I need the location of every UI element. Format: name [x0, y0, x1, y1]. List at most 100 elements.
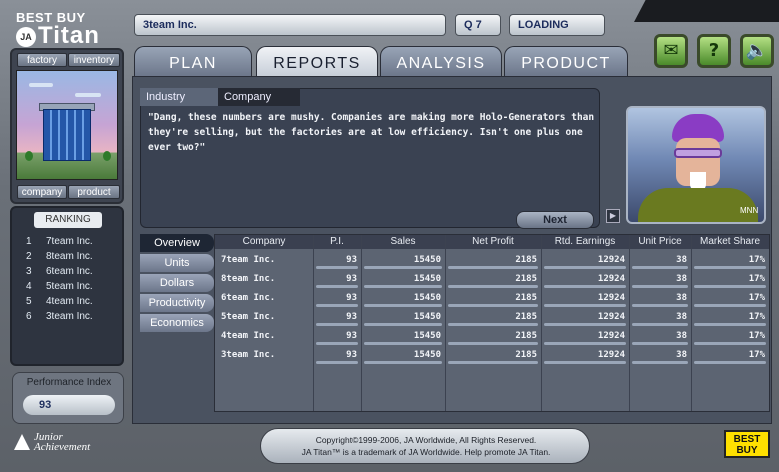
cell-market-share: 17% [748, 312, 765, 322]
value-underline [632, 285, 688, 288]
value-underline [544, 361, 626, 364]
value-underline [316, 304, 358, 307]
value-underline [544, 285, 626, 288]
trademark-line: JA Titan™ is a trademark of JA Worldwide… [301, 447, 551, 457]
ranking-panel: RANKING 1 7team Inc. 2 8team Inc. 3 6team I… [10, 206, 124, 366]
help-icon[interactable]: ? [697, 34, 731, 68]
cell-company: 3team Inc. [221, 350, 276, 360]
glasses-icon [674, 148, 722, 158]
value-underline [364, 361, 442, 364]
cell-company: 7team Inc. [221, 255, 276, 265]
value-underline [316, 323, 358, 326]
tab-analysis[interactable]: ANALYSIS [380, 46, 502, 78]
value-underline [364, 285, 442, 288]
play-icon[interactable]: ▶ [606, 209, 620, 223]
ranking-item[interactable]: 4 5team Inc. [26, 281, 93, 292]
nav-units[interactable]: Units [140, 254, 214, 272]
junior-achievement-logo: Junior Achievement [14, 432, 90, 453]
factory-tab[interactable]: factory [17, 53, 67, 67]
factory-building-icon [43, 109, 91, 161]
cloud-icon [75, 93, 101, 97]
value-underline [694, 361, 766, 364]
cell-company: 8team Inc. [221, 274, 276, 284]
cell-unit-price: 38 [676, 255, 687, 265]
cell-pi: 93 [346, 312, 357, 322]
cell-sales: 15450 [413, 350, 441, 360]
table-row: 5team Inc. 93 15450 2185 12924 38 17% [215, 312, 769, 328]
header-sales: Sales [390, 236, 416, 247]
value-underline [448, 266, 538, 269]
cell-net-profit: 2185 [515, 274, 537, 284]
company-tab[interactable]: company [17, 185, 67, 199]
app-frame: BEST BUY JA Titan factory inventory comp… [0, 0, 779, 472]
ja-badge-icon: JA [16, 27, 36, 47]
tree-icon [103, 151, 111, 161]
cell-net-profit: 2185 [515, 293, 537, 303]
product-tab[interactable]: product [68, 185, 120, 199]
cell-pi: 93 [346, 350, 357, 360]
ranking-item[interactable]: 3 6team Inc. [26, 266, 93, 277]
cloud-icon [29, 83, 53, 87]
value-underline [364, 323, 442, 326]
value-underline [544, 304, 626, 307]
ranking-item[interactable]: 1 7team Inc. [26, 236, 93, 247]
value-underline [316, 361, 358, 364]
header-pi: P.I. [330, 236, 344, 247]
speaker-icon[interactable]: 🔈 [740, 34, 774, 68]
cell-market-share: 17% [748, 350, 765, 360]
value-underline [544, 323, 626, 326]
header-market-share: Market Share [699, 236, 761, 247]
advisor-avatar: MNN [626, 106, 766, 224]
nav-productivity[interactable]: Productivity [140, 294, 214, 312]
next-button[interactable]: Next [516, 211, 594, 229]
report-side-nav: Overview Units Dollars Productivity Econ… [140, 234, 216, 334]
subtab-company[interactable]: Company [218, 88, 300, 106]
tab-product[interactable]: PRODUCT [504, 46, 628, 78]
cell-company: 6team Inc. [221, 293, 276, 303]
ranking-item[interactable]: 5 4team Inc. [26, 296, 93, 307]
value-underline [694, 323, 766, 326]
subtab-industry[interactable]: Industry [140, 88, 218, 106]
cell-pi: 93 [346, 274, 357, 284]
ranking-item[interactable]: 6 3team Inc. [26, 311, 93, 322]
status-field: LOADING [509, 14, 605, 36]
advisor-speech-panel [140, 88, 600, 228]
value-underline [694, 304, 766, 307]
performance-index-label: Performance Index [26, 377, 112, 388]
cell-net-profit: 2185 [515, 331, 537, 341]
value-underline [364, 342, 442, 345]
cell-unit-price: 38 [676, 350, 687, 360]
performance-index-panel: Performance Index 93 [12, 372, 124, 424]
cell-market-share: 17% [748, 255, 765, 265]
nav-overview[interactable]: Overview [140, 234, 214, 252]
value-underline [448, 342, 538, 345]
value-underline [316, 266, 358, 269]
header-company: Company [242, 236, 286, 247]
tree-icon [25, 151, 33, 161]
cell-sales: 15450 [413, 274, 441, 284]
value-underline [632, 342, 688, 345]
avatar-tag: MNN [740, 206, 759, 215]
cell-rtd-earnings: 12924 [597, 312, 625, 322]
nav-dollars[interactable]: Dollars [140, 274, 214, 292]
value-underline [694, 342, 766, 345]
company-name-field: 3team Inc. [134, 14, 446, 36]
value-underline [632, 323, 688, 326]
cell-sales: 15450 [413, 293, 441, 303]
value-underline [448, 361, 538, 364]
header-unit-price: Unit Price [638, 236, 682, 247]
mail-icon[interactable]: ✉ [654, 34, 688, 68]
cell-company: 4team Inc. [221, 331, 276, 341]
cell-rtd-earnings: 12924 [597, 293, 625, 303]
cell-unit-price: 38 [676, 312, 687, 322]
value-underline [632, 304, 688, 307]
value-underline [544, 342, 626, 345]
value-underline [448, 304, 538, 307]
inventory-tab[interactable]: inventory [68, 53, 120, 67]
cell-unit-price: 38 [676, 293, 687, 303]
nav-economics[interactable]: Economics [140, 314, 214, 332]
tab-plan[interactable]: PLAN [134, 46, 252, 78]
value-underline [448, 285, 538, 288]
ranking-item[interactable]: 2 8team Inc. [26, 251, 93, 262]
tab-reports[interactable]: REPORTS [256, 46, 378, 78]
